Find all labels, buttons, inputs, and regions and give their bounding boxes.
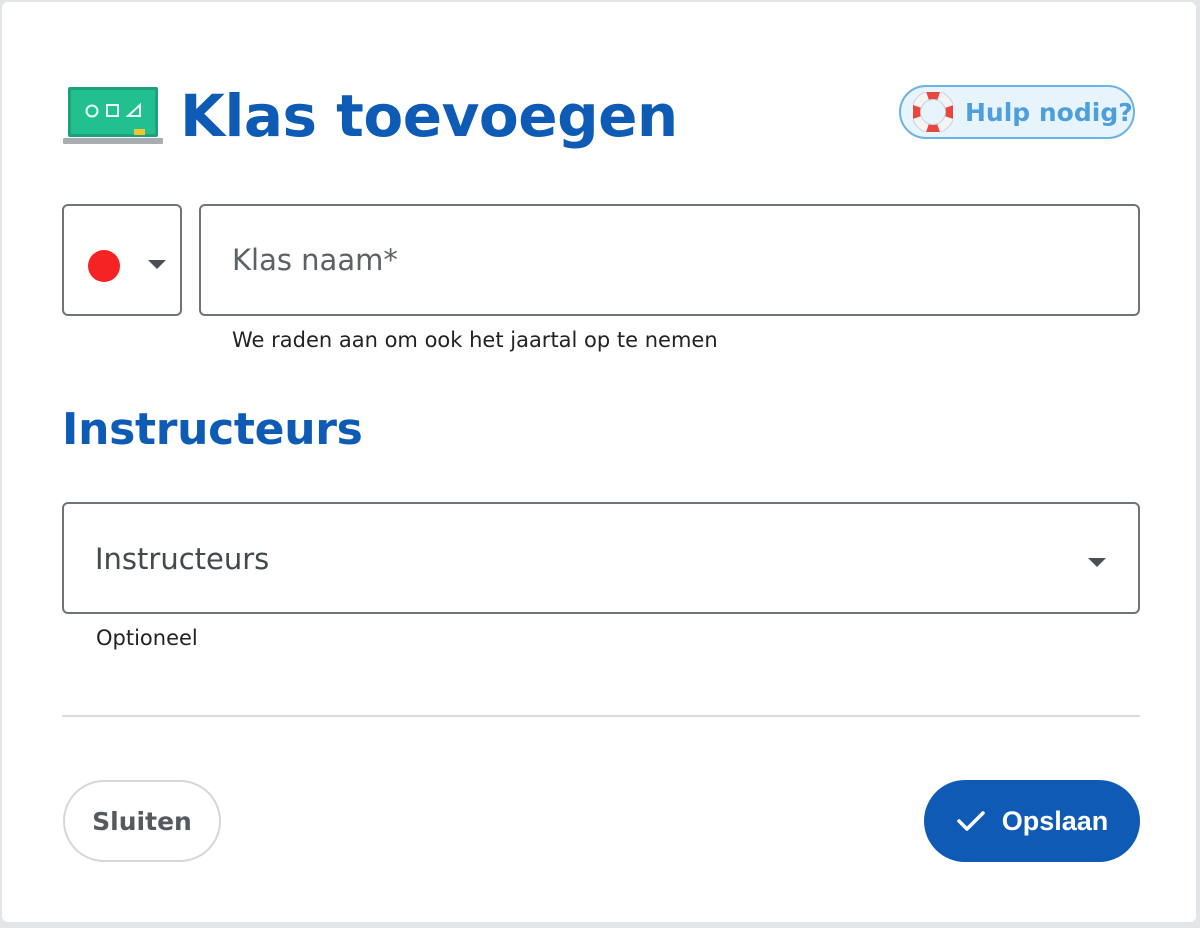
- dialog-header: Klas toevoegen: [62, 80, 678, 152]
- check-icon: [956, 811, 985, 831]
- add-class-dialog: Klas toevoegen Hulp nodig? We raden aan …: [2, 2, 1196, 922]
- instructors-heading: Instructeurs: [62, 404, 363, 455]
- dialog-title: Klas toevoegen: [180, 82, 678, 150]
- selected-color-swatch: [88, 250, 120, 282]
- chevron-down-icon: [1088, 558, 1106, 567]
- footer-divider: [62, 715, 1140, 717]
- class-color-picker[interactable]: [62, 204, 182, 316]
- lifebuoy-icon: [913, 92, 953, 132]
- chalkboard-icon: [63, 87, 163, 144]
- instructors-hint: Optioneel: [96, 626, 198, 650]
- instructors-select-placeholder: Instructeurs: [95, 542, 270, 576]
- help-button[interactable]: Hulp nodig?: [899, 85, 1135, 139]
- save-button-label: Opslaan: [1001, 805, 1109, 836]
- help-button-label: Hulp nodig?: [965, 97, 1133, 127]
- class-name-input[interactable]: [199, 204, 1140, 316]
- class-name-hint: We raden aan om ook het jaartal op te ne…: [232, 328, 718, 352]
- chevron-down-icon: [148, 260, 166, 269]
- close-button[interactable]: Sluiten: [63, 780, 221, 862]
- instructors-select[interactable]: Instructeurs: [62, 502, 1140, 614]
- save-button[interactable]: Opslaan: [924, 780, 1140, 862]
